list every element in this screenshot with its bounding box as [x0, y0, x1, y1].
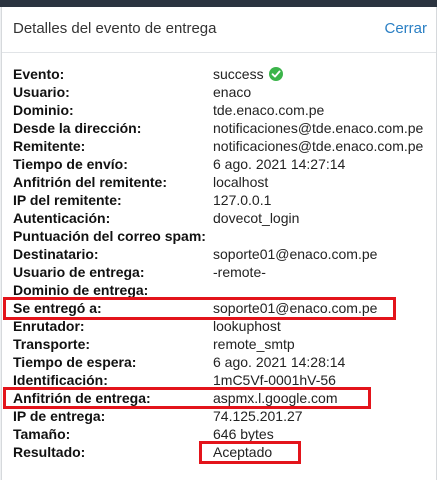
detail-row-puntuacion-spam: Puntuación del correo spam: — [13, 227, 433, 245]
detail-label: Transporte: — [13, 336, 91, 352]
detail-row-evento: Evento: success — [13, 65, 433, 83]
detail-row-usuario: Usuario: enaco — [13, 83, 433, 101]
detail-value: aspmx.l.google.com — [213, 390, 338, 406]
detail-label: Dominio: — [13, 102, 74, 118]
detail-label: IP de entrega: — [13, 408, 106, 424]
detail-label: Desde la dirección: — [13, 120, 142, 136]
close-link[interactable]: Cerrar — [384, 20, 427, 37]
page: Detalles del evento de entrega Cerrar Ev… — [0, 0, 437, 480]
detail-value: tde.enaco.com.pe — [213, 102, 325, 118]
check-circle-icon — [268, 67, 283, 81]
details-list: Evento: success Usuario: enaco Dominio: … — [13, 65, 433, 461]
detail-label: Identificación: — [13, 372, 108, 388]
detail-value: soporte01@enaco.com.pe — [213, 300, 378, 316]
detail-label: IP del remitente: — [13, 192, 122, 208]
detail-label: Destinatario: — [13, 246, 99, 262]
detail-label: Remitente: — [13, 138, 86, 154]
detail-row-anfitrion-remitente: Anfitrión del remitente: localhost — [13, 173, 433, 191]
detail-label: Tiempo de envío: — [13, 156, 128, 172]
panel-header: Detalles del evento de entrega Cerrar — [2, 7, 436, 53]
detail-row-desde-direccion: Desde la dirección: notificaciones@tde.e… — [13, 119, 433, 137]
detail-value: 74.125.201.27 — [213, 408, 303, 424]
detail-row-tiempo-envio: Tiempo de envío: 6 ago. 2021 14:27:14 — [13, 155, 433, 173]
panel-title: Detalles del evento de entrega — [13, 20, 217, 37]
detail-value: notificaciones@tde.enaco.com.pe — [213, 120, 424, 136]
detail-row-se-entrego-a: Se entregó a: soporte01@enaco.com.pe — [13, 299, 433, 317]
detail-label: Usuario: — [13, 84, 70, 100]
detail-label: Se entregó a: — [13, 300, 102, 316]
detail-value: 6 ago. 2021 14:28:14 — [213, 354, 346, 370]
detail-label: Puntuación del correo spam: — [13, 228, 206, 244]
detail-value: localhost — [213, 174, 269, 190]
detail-value: remote_smtp — [213, 336, 295, 352]
detail-value: soporte01@enaco.com.pe — [213, 246, 378, 262]
detail-label: Anfitrión del remitente: — [13, 174, 168, 190]
detail-label: Usuario de entrega: — [13, 264, 145, 280]
detail-value: lookuphost — [213, 318, 281, 334]
detail-value: 127.0.0.1 — [213, 192, 272, 208]
detail-row-resultado: Resultado: Aceptado — [13, 443, 433, 461]
detail-label: Autenticación: — [13, 210, 111, 226]
detail-value: 6 ago. 2021 14:27:14 — [213, 156, 346, 172]
detail-value: 1mC5Vf-0001hV-56 — [213, 372, 336, 388]
detail-value: -remote- — [213, 264, 266, 280]
detail-label: Resultado: — [13, 444, 86, 460]
top-bar — [0, 0, 437, 7]
detail-value: Aceptado — [213, 444, 273, 460]
detail-row-remitente: Remitente: notificaciones@tde.enaco.com.… — [13, 137, 433, 155]
detail-row-enrutador: Enrutador: lookuphost — [13, 317, 433, 335]
detail-value: notificaciones@tde.enaco.com.pe — [213, 138, 424, 154]
detail-row-destinatario: Destinatario: soporte01@enaco.com.pe — [13, 245, 433, 263]
detail-value: enaco — [213, 84, 252, 100]
detail-label: Enrutador: — [13, 318, 85, 334]
event-status-value: success — [213, 66, 264, 82]
detail-row-autenticacion: Autenticación: dovecot_login — [13, 209, 433, 227]
detail-label: Dominio de entrega: — [13, 282, 149, 298]
detail-label: Tiempo de espera: — [13, 354, 137, 370]
detail-row-tiempo-espera: Tiempo de espera: 6 ago. 2021 14:28:14 — [13, 353, 433, 371]
detail-value: success — [213, 65, 283, 83]
detail-row-ip-remitente: IP del remitente: 127.0.0.1 — [13, 191, 433, 209]
detail-row-identificacion: Identificación: 1mC5Vf-0001hV-56 — [13, 371, 433, 389]
detail-value: 646 bytes — [213, 426, 274, 442]
detail-row-transporte: Transporte: remote_smtp — [13, 335, 433, 353]
detail-row-tamano: Tamaño: 646 bytes — [13, 425, 433, 443]
detail-row-anfitrion-entrega: Anfitrión de entrega: aspmx.l.google.com — [13, 389, 433, 407]
detail-label: Anfitrión de entrega: — [13, 390, 151, 406]
detail-row-dominio: Dominio: tde.enaco.com.pe — [13, 101, 433, 119]
detail-row-ip-entrega: IP de entrega: 74.125.201.27 — [13, 407, 433, 425]
detail-label: Evento: — [13, 66, 65, 82]
detail-row-dominio-entrega: Dominio de entrega: — [13, 281, 433, 299]
detail-label: Tamaño: — [13, 426, 71, 442]
detail-value: dovecot_login — [213, 210, 300, 226]
detail-row-usuario-entrega: Usuario de entrega: -remote- — [13, 263, 433, 281]
delivery-event-details-panel: Detalles del evento de entrega Cerrar Ev… — [1, 7, 437, 480]
